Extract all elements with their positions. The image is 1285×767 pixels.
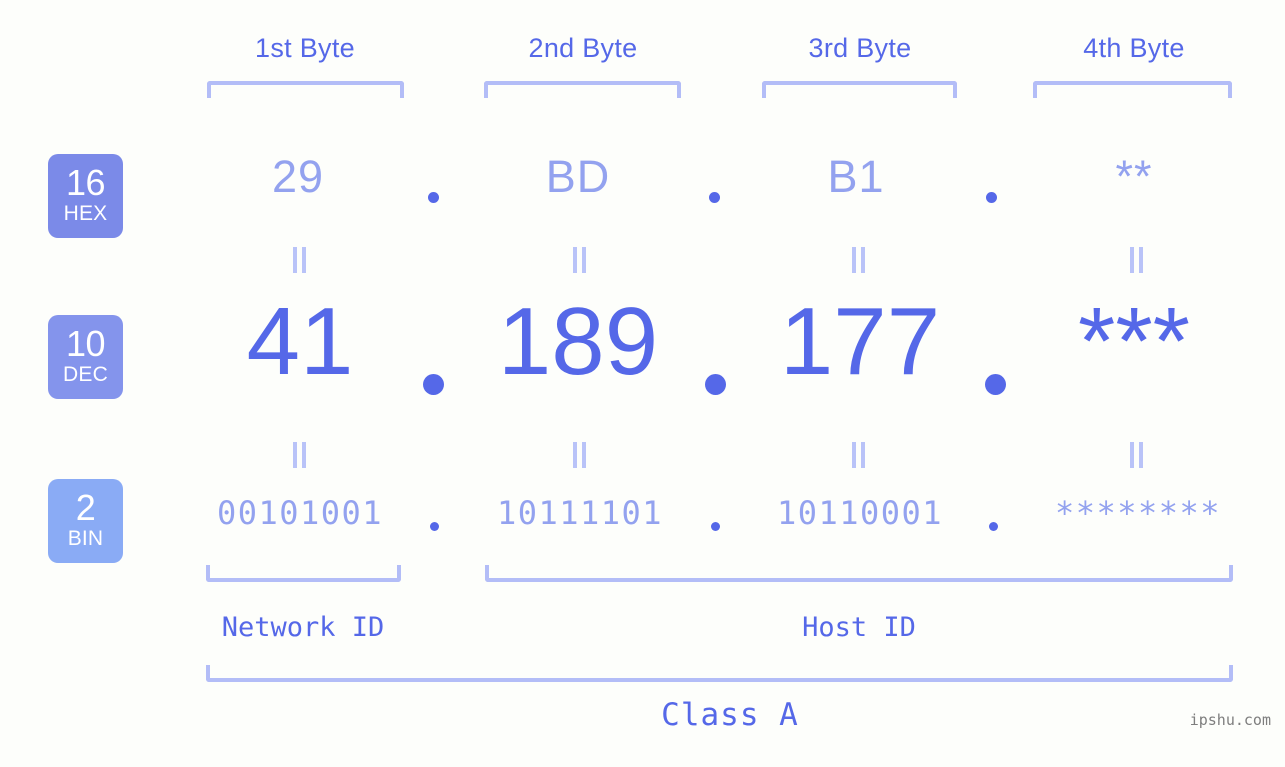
radix-badge-hex-name: HEX [63,202,108,226]
bin-separator-dot-2 [711,522,720,531]
class-label: Class A [661,697,799,733]
hex-octet-1: 29 [271,151,325,202]
byte-label-1: 1st Byte [255,33,355,63]
equality-mark-hex-dec-4 [1129,247,1145,273]
equality-mark-dec-bin-3 [851,442,867,468]
hex-separator-dot-3 [986,192,997,203]
hex-octet-4: ** [1115,151,1153,202]
byte-label-4: 4th Byte [1083,33,1185,63]
radix-badge-hex-number: 16 [65,161,106,203]
network-id-bracket [206,565,401,582]
dec-octet-1: 41 [246,288,354,395]
bin-octet-2: 10111101 [496,494,664,532]
equality-mark-hex-dec-1 [292,247,308,273]
byte-label-2: 2nd Byte [528,33,638,63]
dec-separator-dot-2 [705,374,726,395]
byte-label-3: 3rd Byte [808,33,912,63]
dec-octet-3: 177 [779,288,941,395]
bin-octet-3: 10110001 [776,494,944,532]
bin-octet-4: ******** [1054,494,1222,532]
equality-mark-hex-dec-3 [851,247,867,273]
hex-octet-3: B1 [827,151,885,202]
radix-badge-bin-number: 2 [75,486,96,528]
bin-octet-1: 00101001 [216,494,384,532]
radix-badge-bin: 2 BIN [48,479,123,563]
dec-octet-4: *** [1077,288,1191,395]
radix-badge-hex: 16 HEX [48,154,123,238]
host-id-label: Host ID [802,612,916,643]
ip-address-breakdown-diagram: 1st Byte 2nd Byte 3rd Byte 4th Byte 16 H… [0,0,1285,767]
radix-badge-dec: 10 DEC [48,315,123,399]
dec-octet-2: 189 [497,288,659,395]
equality-mark-dec-bin-1 [292,442,308,468]
hex-separator-dot-2 [709,192,720,203]
radix-badge-dec-name: DEC [63,363,108,387]
equality-mark-dec-bin-2 [572,442,588,468]
byte-bracket-2 [484,81,681,98]
byte-bracket-4 [1033,81,1232,98]
equality-mark-hex-dec-2 [572,247,588,273]
byte-bracket-3 [762,81,957,98]
hex-separator-dot-1 [428,192,439,203]
network-id-label: Network ID [221,612,385,643]
equality-mark-dec-bin-4 [1129,442,1145,468]
radix-badge-dec-number: 10 [65,322,106,364]
bin-separator-dot-3 [989,522,998,531]
class-bracket [206,665,1233,682]
site-watermark: ipshu.com [1189,711,1271,729]
radix-badge-bin-name: BIN [67,527,104,551]
dec-separator-dot-3 [985,374,1006,395]
hex-octet-2: BD [545,151,611,202]
dec-separator-dot-1 [423,374,444,395]
host-id-bracket [485,565,1233,582]
byte-bracket-1 [207,81,404,98]
bin-separator-dot-1 [430,522,439,531]
